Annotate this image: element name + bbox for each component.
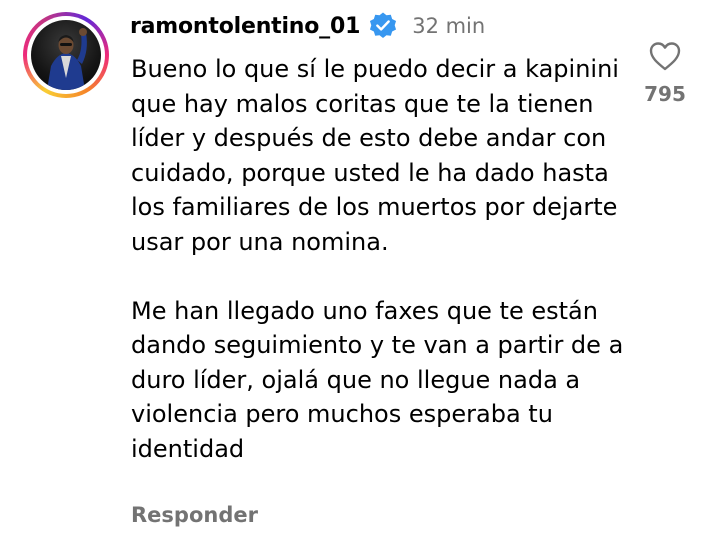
comment-timestamp: 32 min xyxy=(412,14,486,38)
like-control: 795 xyxy=(640,40,690,106)
comment: ramontolentino_01 32 min Bueno lo que sí… xyxy=(0,0,713,538)
comment-paragraph-2: Me han llegado uno faxes que te están da… xyxy=(131,296,624,463)
verified-badge-icon xyxy=(370,12,397,38)
reply-button[interactable]: Responder xyxy=(131,503,258,527)
comment-text: Bueno lo que sí le puedo decir a kapinin… xyxy=(131,52,631,466)
username-link[interactable]: ramontolentino_01 xyxy=(130,14,360,39)
avatar-ring-gap xyxy=(27,16,105,94)
avatar-story-ring[interactable] xyxy=(23,12,109,98)
comment-paragraph-1: Bueno lo que sí le puedo decir a kapinin… xyxy=(131,55,619,256)
avatar[interactable] xyxy=(31,20,101,90)
like-count: 795 xyxy=(644,82,686,106)
heart-outline-icon[interactable] xyxy=(648,40,682,72)
avatar-photo-icon xyxy=(47,28,87,90)
comment-header: ramontolentino_01 32 min xyxy=(130,10,485,42)
